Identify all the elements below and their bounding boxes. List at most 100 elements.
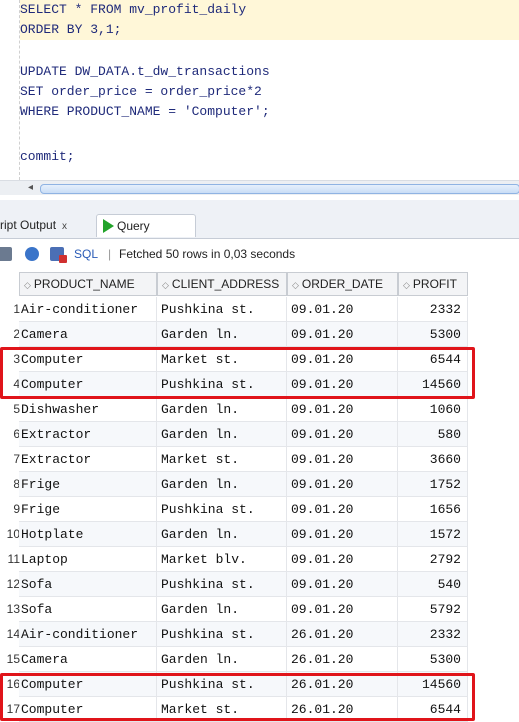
product-name-cell[interactable]: Extractor: [19, 447, 157, 472]
product-name-cell[interactable]: Camera: [19, 647, 157, 672]
row-number: 6: [13, 427, 20, 441]
table-row[interactable]: 1 Air-conditioner Pushkina st. 09.01.20 2332: [0, 297, 470, 322]
order-date-cell[interactable]: 09.01.20: [287, 472, 398, 497]
column-header-label: PRODUCT_NAME: [33, 277, 135, 291]
order-date-cell[interactable]: 09.01.20: [287, 397, 398, 422]
row-number: 1: [13, 302, 20, 316]
client-address-cell[interactable]: Garden ln.: [157, 522, 287, 547]
profit-cell[interactable]: 2332: [398, 622, 468, 647]
close-icon[interactable]: x: [62, 221, 67, 232]
order-date-cell[interactable]: 09.01.20: [287, 422, 398, 447]
row-number: 9: [13, 502, 20, 516]
product-name-cell[interactable]: Frige: [19, 497, 157, 522]
freeze-view-icon[interactable]: [50, 247, 67, 263]
table-row[interactable]: 11 Laptop Market blv. 09.01.20 2792: [0, 547, 470, 572]
order-date-cell[interactable]: 09.01.20: [287, 297, 398, 322]
profit-cell[interactable]: 5300: [398, 322, 468, 347]
profit-cell[interactable]: 2332: [398, 297, 468, 322]
run-icon: [103, 218, 114, 233]
order-date-cell[interactable]: 09.01.20: [287, 497, 398, 522]
client-address-cell[interactable]: Pushkina st.: [157, 622, 287, 647]
profit-cell[interactable]: 540: [398, 572, 468, 597]
profit-cell[interactable]: 1752: [398, 472, 468, 497]
code-line-1[interactable]: SELECT * FROM mv_profit_daily: [20, 0, 519, 20]
order-date-cell[interactable]: 09.01.20: [287, 572, 398, 597]
order-date-cell[interactable]: 26.01.20: [287, 647, 398, 672]
table-row[interactable]: 8 Frige Garden ln. 09.01.20 1752: [0, 472, 470, 497]
order-date-cell[interactable]: 09.01.20: [287, 447, 398, 472]
product-name-cell[interactable]: Laptop: [19, 547, 157, 572]
table-row[interactable]: 9 Frige Pushkina st. 09.01.20 1656: [0, 497, 470, 522]
profit-cell[interactable]: 1656: [398, 497, 468, 522]
table-row[interactable]: 12 Sofa Pushkina st. 09.01.20 540: [0, 572, 470, 597]
client-address-cell[interactable]: Pushkina st.: [157, 572, 287, 597]
product-name-cell[interactable]: Camera: [19, 322, 157, 347]
client-address-cell[interactable]: Garden ln.: [157, 472, 287, 497]
highlight-box: [0, 673, 475, 721]
table-row[interactable]: 7 Extractor Market st. 09.01.20 3660: [0, 447, 470, 472]
order-date-cell[interactable]: 09.01.20: [287, 597, 398, 622]
sort-icon: ◇: [292, 281, 299, 291]
column-header-label: ORDER_DATE: [301, 277, 384, 291]
profit-cell[interactable]: 580: [398, 422, 468, 447]
refresh-icon[interactable]: [25, 247, 39, 261]
scrollbar-thumb[interactable]: [40, 184, 519, 194]
product-name-cell[interactable]: Hotplate: [19, 522, 157, 547]
editor-horizontal-scrollbar[interactable]: ◂: [0, 181, 519, 195]
table-row[interactable]: 6 Extractor Garden ln. 09.01.20 580: [0, 422, 470, 447]
profit-cell[interactable]: 5300: [398, 647, 468, 672]
profit-cell[interactable]: 3660: [398, 447, 468, 472]
row-number: 13: [6, 602, 20, 616]
print-icon[interactable]: [0, 247, 12, 261]
order-date-cell[interactable]: 26.01.20: [287, 622, 398, 647]
order-date-cell[interactable]: 09.01.20: [287, 522, 398, 547]
column-header-order-date[interactable]: ◇ ORDER_DATE: [287, 272, 398, 296]
table-row[interactable]: 13 Sofa Garden ln. 09.01.20 5792: [0, 597, 470, 622]
profit-cell[interactable]: 5792: [398, 597, 468, 622]
client-address-cell[interactable]: Market blv.: [157, 547, 287, 572]
highlight-box: [0, 347, 475, 399]
product-name-cell[interactable]: Dishwasher: [19, 397, 157, 422]
client-address-cell[interactable]: Garden ln.: [157, 397, 287, 422]
table-row[interactable]: 10 Hotplate Garden ln. 09.01.20 1572: [0, 522, 470, 547]
sql-button[interactable]: SQL: [74, 247, 98, 261]
sql-editor[interactable]: SELECT * FROM mv_profit_daily ORDER BY 3…: [0, 0, 519, 181]
column-header-product-name[interactable]: ◇ PRODUCT_NAME: [19, 272, 157, 296]
client-address-cell[interactable]: Garden ln.: [157, 322, 287, 347]
profit-cell[interactable]: 2792: [398, 547, 468, 572]
client-address-cell[interactable]: Pushkina st.: [157, 497, 287, 522]
code-line-6[interactable]: WHERE PRODUCT_NAME = 'Computer';: [20, 102, 270, 122]
row-number: 10: [6, 527, 20, 541]
client-address-cell[interactable]: Garden ln.: [157, 647, 287, 672]
column-header-client-address[interactable]: ◇ CLIENT_ADDRESS: [157, 272, 287, 296]
scroll-left-icon[interactable]: ◂: [28, 182, 33, 193]
table-row[interactable]: 2 Camera Garden ln. 09.01.20 5300: [0, 322, 470, 347]
client-address-cell[interactable]: Garden ln.: [157, 422, 287, 447]
table-row[interactable]: 14 Air-conditioner Pushkina st. 26.01.20 233…: [0, 622, 470, 647]
client-address-cell[interactable]: Garden ln.: [157, 597, 287, 622]
code-line-8[interactable]: commit;: [20, 147, 75, 167]
client-address-cell[interactable]: Pushkina st.: [157, 297, 287, 322]
profit-cell[interactable]: 1572: [398, 522, 468, 547]
row-number: 7: [13, 452, 20, 466]
row-number: 2: [13, 327, 20, 341]
product-name-cell[interactable]: Sofa: [19, 572, 157, 597]
product-name-cell[interactable]: Air-conditioner: [19, 622, 157, 647]
code-line-4[interactable]: UPDATE DW_DATA.t_dw_transactions: [20, 62, 270, 82]
order-date-cell[interactable]: 09.01.20: [287, 547, 398, 572]
code-line-5[interactable]: SET order_price = order_price*2: [20, 82, 262, 102]
profit-cell[interactable]: 1060: [398, 397, 468, 422]
tab-script-output[interactable]: cript Output x: [0, 214, 67, 236]
client-address-cell[interactable]: Market st.: [157, 447, 287, 472]
table-row[interactable]: 15 Camera Garden ln. 26.01.20 5300: [0, 647, 470, 672]
product-name-cell[interactable]: Extractor: [19, 422, 157, 447]
product-name-cell[interactable]: Sofa: [19, 597, 157, 622]
result-toolbar: SQL | Fetched 50 rows in 0,03 seconds: [0, 240, 519, 270]
product-name-cell[interactable]: Air-conditioner: [19, 297, 157, 322]
tab-query-result[interactable]: Query Resultx: [96, 214, 196, 255]
table-row[interactable]: 5 Dishwasher Garden ln. 09.01.20 1060: [0, 397, 470, 422]
order-date-cell[interactable]: 09.01.20: [287, 322, 398, 347]
code-line-2[interactable]: ORDER BY 3,1;: [20, 20, 519, 40]
product-name-cell[interactable]: Frige: [19, 472, 157, 497]
column-header-profit[interactable]: ◇ PROFIT: [398, 272, 468, 296]
